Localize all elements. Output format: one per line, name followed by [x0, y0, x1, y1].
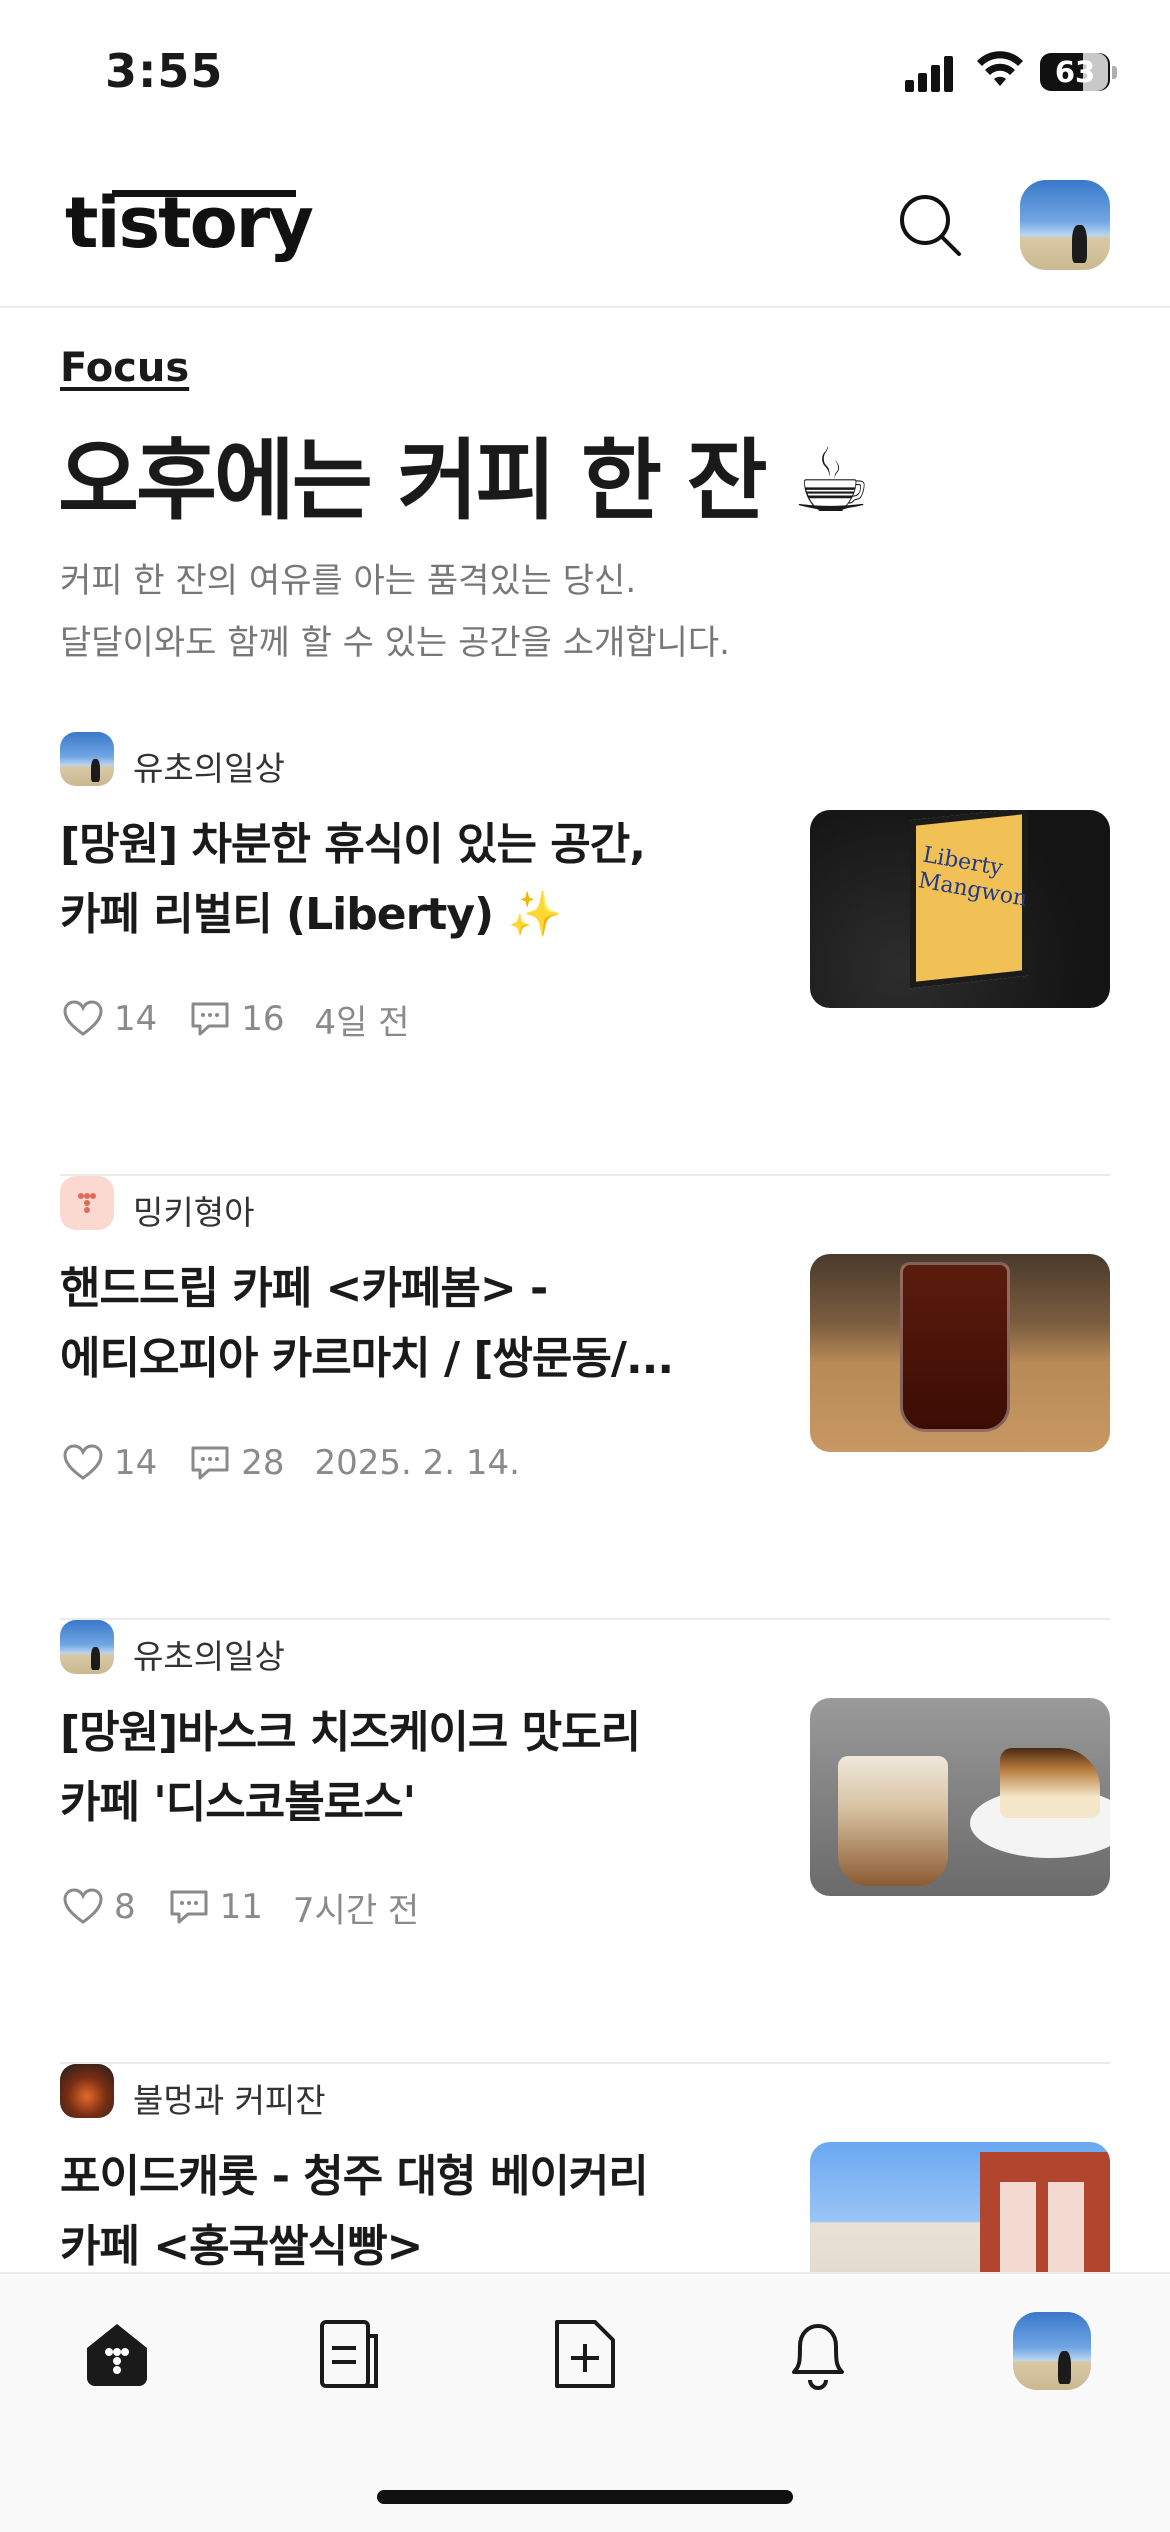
comment-icon[interactable]	[187, 996, 233, 1042]
post-title-line1: 포이드캐롯 - 청주 대형 베이커리	[60, 2151, 649, 2202]
home-indicator[interactable]	[377, 2490, 793, 2504]
thumbnail-glass	[900, 1262, 1010, 1432]
comment-count: 28	[241, 1443, 285, 1483]
tistory-dots-icon	[78, 1193, 96, 1213]
search-icon[interactable]	[895, 190, 965, 260]
post-title-line2: 에티오피아 카르마치 / [쌍문동/...	[60, 1333, 674, 1384]
focus-title: 오후에는 커피 한 잔 ☕	[58, 429, 871, 532]
profile-avatar	[1013, 2312, 1091, 2390]
author-avatar[interactable]	[60, 732, 114, 786]
post-item[interactable]: 유초의일상 [망원]바스크 치즈케이크 맛도리 카페 '디스코볼로스' 8 11…	[60, 1620, 1110, 2064]
battery-level: 63	[1054, 55, 1096, 89]
post-title-line1: 핸드드립 카페 <카페봄> -	[60, 1263, 548, 1314]
heart-icon[interactable]	[60, 996, 106, 1042]
comment-count: 11	[219, 1887, 263, 1927]
post-title-line1: [망원] 차분한 휴식이 있는 공간,	[60, 819, 646, 870]
thumbnail-cup	[838, 1756, 948, 1886]
post-meta: 14 16 4일 전	[60, 994, 410, 1044]
post-title[interactable]: 포이드캐롯 - 청주 대형 베이커리 카페 <홍국쌀식빵>	[60, 2142, 760, 2282]
cellular-signal-icon	[905, 54, 957, 92]
write-icon	[555, 2320, 615, 2388]
author-name[interactable]: 밍키형아	[133, 1186, 254, 1234]
post-time: 4일 전	[314, 1002, 410, 1043]
tab-profile[interactable]	[1013, 2312, 1091, 2390]
post-meta: 8 11 7시간 전	[60, 1882, 419, 1932]
author-avatar[interactable]	[60, 1620, 114, 1674]
post-title-line2: 카페 리벌티 (Liberty) ✨	[60, 889, 562, 940]
post-thumbnail[interactable]	[810, 1698, 1110, 1896]
heart-icon[interactable]	[60, 1884, 106, 1930]
post-thumbnail[interactable]	[810, 1254, 1110, 1452]
heart-icon[interactable]	[60, 1440, 106, 1486]
like-count: 8	[114, 1887, 136, 1927]
wifi-icon	[977, 51, 1023, 86]
feed-icon	[320, 2320, 378, 2388]
post-time: 7시간 전	[292, 1890, 420, 1931]
profile-avatar[interactable]	[1020, 180, 1110, 270]
post-title-line1: [망원]바스크 치즈케이크 맛도리	[60, 1707, 641, 1758]
author-name[interactable]: 유초의일상	[133, 1630, 285, 1678]
focus-description: 커피 한 잔의 여유를 아는 품격있는 당신. 달달이와도 함께 할 수 있는 …	[60, 550, 730, 674]
focus-description-line2: 달달이와도 함께 할 수 있는 공간을 소개합니다.	[60, 623, 730, 663]
post-title[interactable]: [망원]바스크 치즈케이크 맛도리 카페 '디스코볼로스'	[60, 1698, 760, 1838]
author-name[interactable]: 유초의일상	[133, 742, 285, 790]
tab-feed[interactable]	[310, 2314, 390, 2394]
thumbnail-cake	[1000, 1748, 1100, 1818]
author-avatar[interactable]	[60, 2064, 114, 2118]
post-meta: 14 28 2025. 2. 14.	[60, 1438, 520, 1488]
post-time: 2025. 2. 14.	[314, 1443, 520, 1483]
post-item[interactable]: 밍키형아 핸드드립 카페 <카페봄> - 에티오피아 카르마치 / [쌍문동/.…	[60, 1176, 1110, 1620]
focus-label[interactable]: Focus	[60, 345, 189, 391]
post-title[interactable]: [망원] 차분한 휴식이 있는 공간, 카페 리벌티 (Liberty) ✨	[60, 810, 760, 950]
post-title[interactable]: 핸드드립 카페 <카페봄> - 에티오피아 카르마치 / [쌍문동/...	[60, 1254, 760, 1394]
app-screen: 3:55 63 tistory Focus 오후에는 커피 한 잔 ☕ 커피 한…	[0, 0, 1170, 2532]
post-title-line2: 카페 '디스코볼로스'	[60, 1777, 416, 1828]
author-name[interactable]: 불멍과 커피잔	[133, 2074, 326, 2122]
focus-description-line1: 커피 한 잔의 여유를 아는 품격있는 당신.	[60, 561, 637, 601]
tab-write[interactable]	[545, 2314, 625, 2394]
app-header: tistory	[0, 150, 1170, 308]
comment-icon[interactable]	[187, 1440, 233, 1486]
status-time: 3:55	[105, 44, 224, 98]
tab-home[interactable]	[77, 2314, 157, 2394]
tab-notifications[interactable]	[778, 2314, 858, 2394]
like-count: 14	[114, 999, 158, 1039]
status-bar: 3:55 63	[0, 0, 1170, 150]
like-count: 14	[114, 1443, 158, 1483]
author-avatar[interactable]	[60, 1176, 114, 1230]
notification-icon	[792, 2324, 844, 2390]
comment-icon[interactable]	[166, 1884, 212, 1930]
comment-count: 16	[241, 999, 285, 1039]
tistory-logo[interactable]: tistory	[65, 182, 314, 264]
home-icon	[87, 2324, 147, 2386]
post-thumbnail[interactable]: Liberty Mangwon	[810, 810, 1110, 1008]
post-item[interactable]: 유초의일상 [망원] 차분한 휴식이 있는 공간, 카페 리벌티 (Libert…	[60, 732, 1110, 1176]
battery-nub	[1112, 66, 1117, 79]
